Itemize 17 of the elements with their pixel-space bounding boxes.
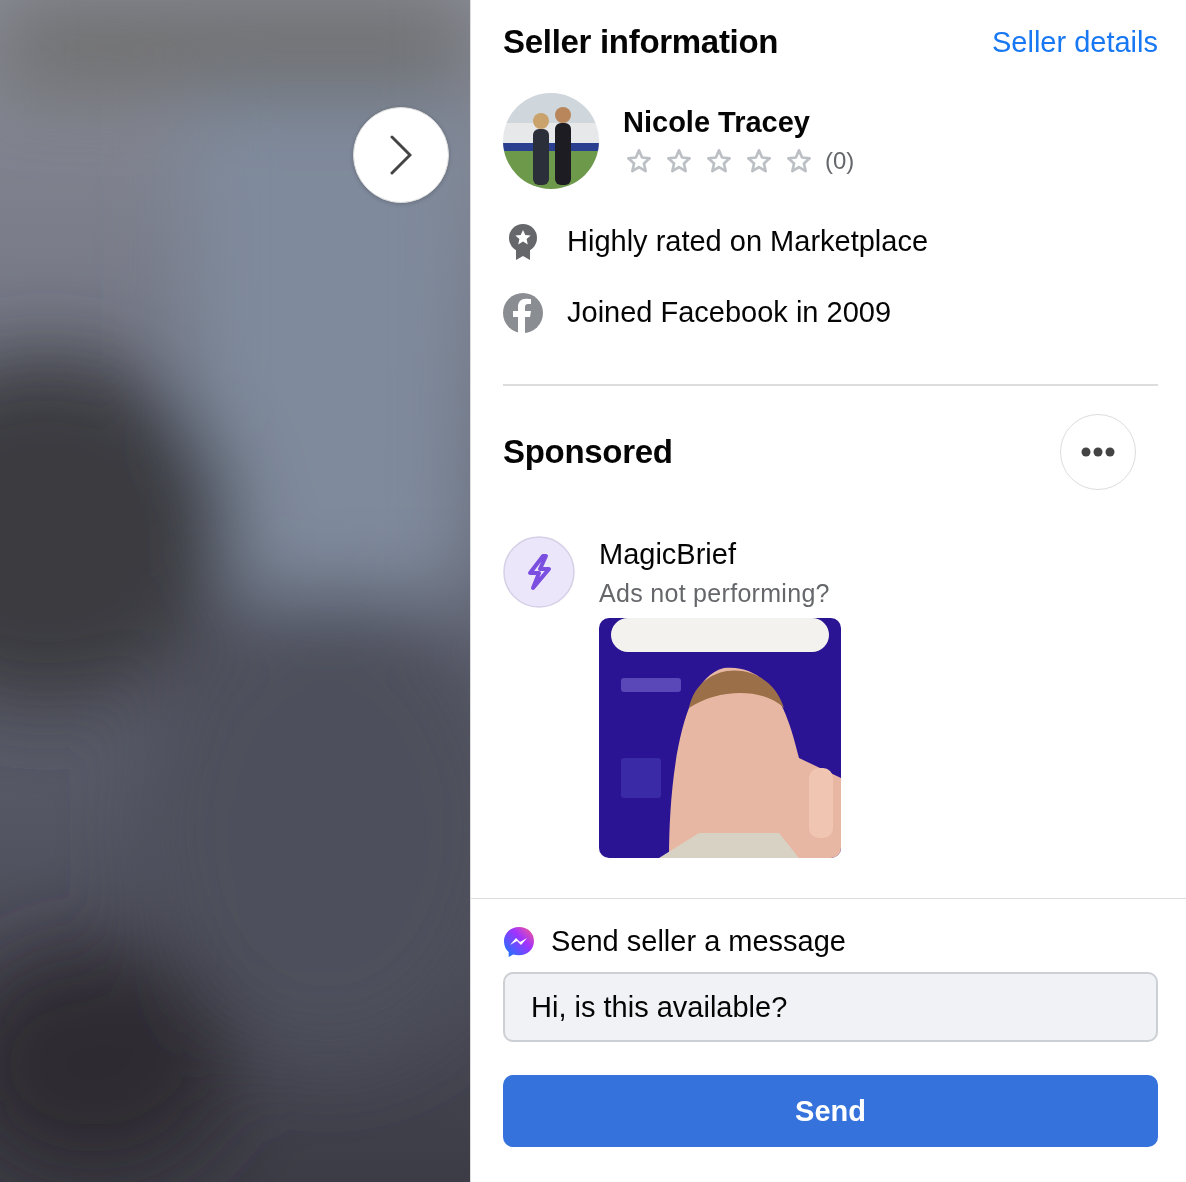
messenger-icon — [503, 925, 535, 958]
seller-fact: Joined Facebook in 2009 — [567, 296, 892, 329]
section-title: Seller information — [503, 23, 779, 61]
facebook-logo-icon — [503, 292, 543, 333]
lightning-logo-icon — [503, 536, 575, 608]
seller-name: Nicole Tracey — [623, 105, 811, 139]
message-title: Send seller a message — [551, 925, 846, 958]
ad-tagline: Ads not performing? — [599, 579, 831, 608]
seller-fact: Highly rated on Marketplace — [567, 225, 929, 258]
message-input[interactable]: Hi, is this available? — [503, 972, 1158, 1042]
send-button[interactable]: Send — [503, 1075, 1158, 1147]
sponsored-title: Sponsored — [503, 433, 673, 471]
chevron-right-icon — [390, 135, 412, 175]
more-icon — [1081, 447, 1115, 457]
advertiser-name[interactable]: MagicBrief — [599, 538, 841, 571]
rating-count: (0) — [825, 146, 855, 175]
seller-details-link[interactable]: Seller details — [991, 25, 1158, 59]
